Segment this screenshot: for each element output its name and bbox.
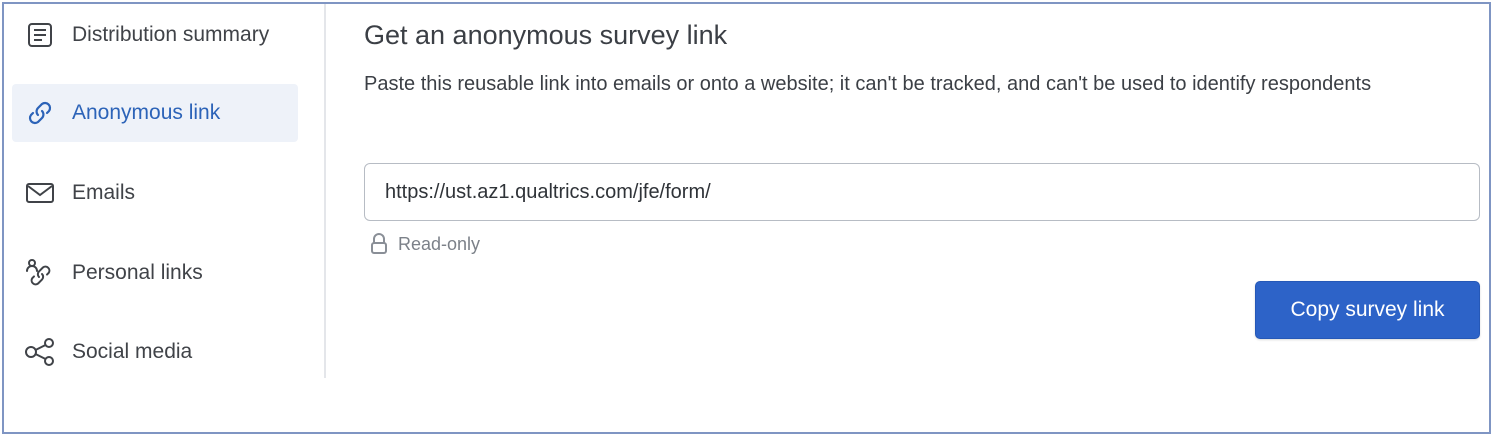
sidebar-item-distribution-summary[interactable]: Distribution summary: [12, 6, 298, 64]
copy-survey-link-button[interactable]: Copy survey link: [1255, 281, 1480, 339]
page-title: Get an anonymous survey link: [364, 20, 728, 50]
sidebar-item-label: Personal links: [72, 261, 203, 284]
survey-link-field[interactable]: https://ust.az1.qualtrics.com/jfe/form/: [364, 163, 1480, 221]
sidebar-item-social-media[interactable]: Social media: [12, 323, 298, 381]
survey-link-value: https://ust.az1.qualtrics.com/jfe/form/: [385, 180, 711, 203]
sidebar-item-label: Emails: [72, 181, 136, 204]
sidebar-item-personal-links[interactable]: Personal links: [12, 244, 298, 302]
sidebar-item-label: Distribution summary: [72, 23, 270, 46]
readonly-label: Read-only: [398, 233, 481, 254]
document-list-icon: [24, 19, 56, 51]
personal-link-icon: [24, 257, 56, 289]
anonymous-link-content: Get an anonymous survey link Paste this …: [364, 4, 1489, 432]
envelope-icon: [24, 177, 56, 209]
readonly-indicator: Read-only: [370, 233, 480, 255]
page-description: Paste this reusable link into emails or …: [364, 73, 1372, 95]
sidebar-nav: Distribution summary Anonymous link Emai…: [4, 4, 326, 378]
share-nodes-icon: [24, 336, 56, 368]
link-icon: [24, 97, 56, 129]
sidebar-item-label: Social media: [72, 340, 193, 363]
sidebar-item-label: Anonymous link: [72, 101, 221, 124]
sidebar-item-anonymous-link[interactable]: Anonymous link: [12, 84, 298, 142]
sidebar-item-emails[interactable]: Emails: [12, 164, 298, 222]
distribution-panel: Distribution summary Anonymous link Emai…: [2, 2, 1491, 434]
lock-icon: [370, 233, 388, 255]
